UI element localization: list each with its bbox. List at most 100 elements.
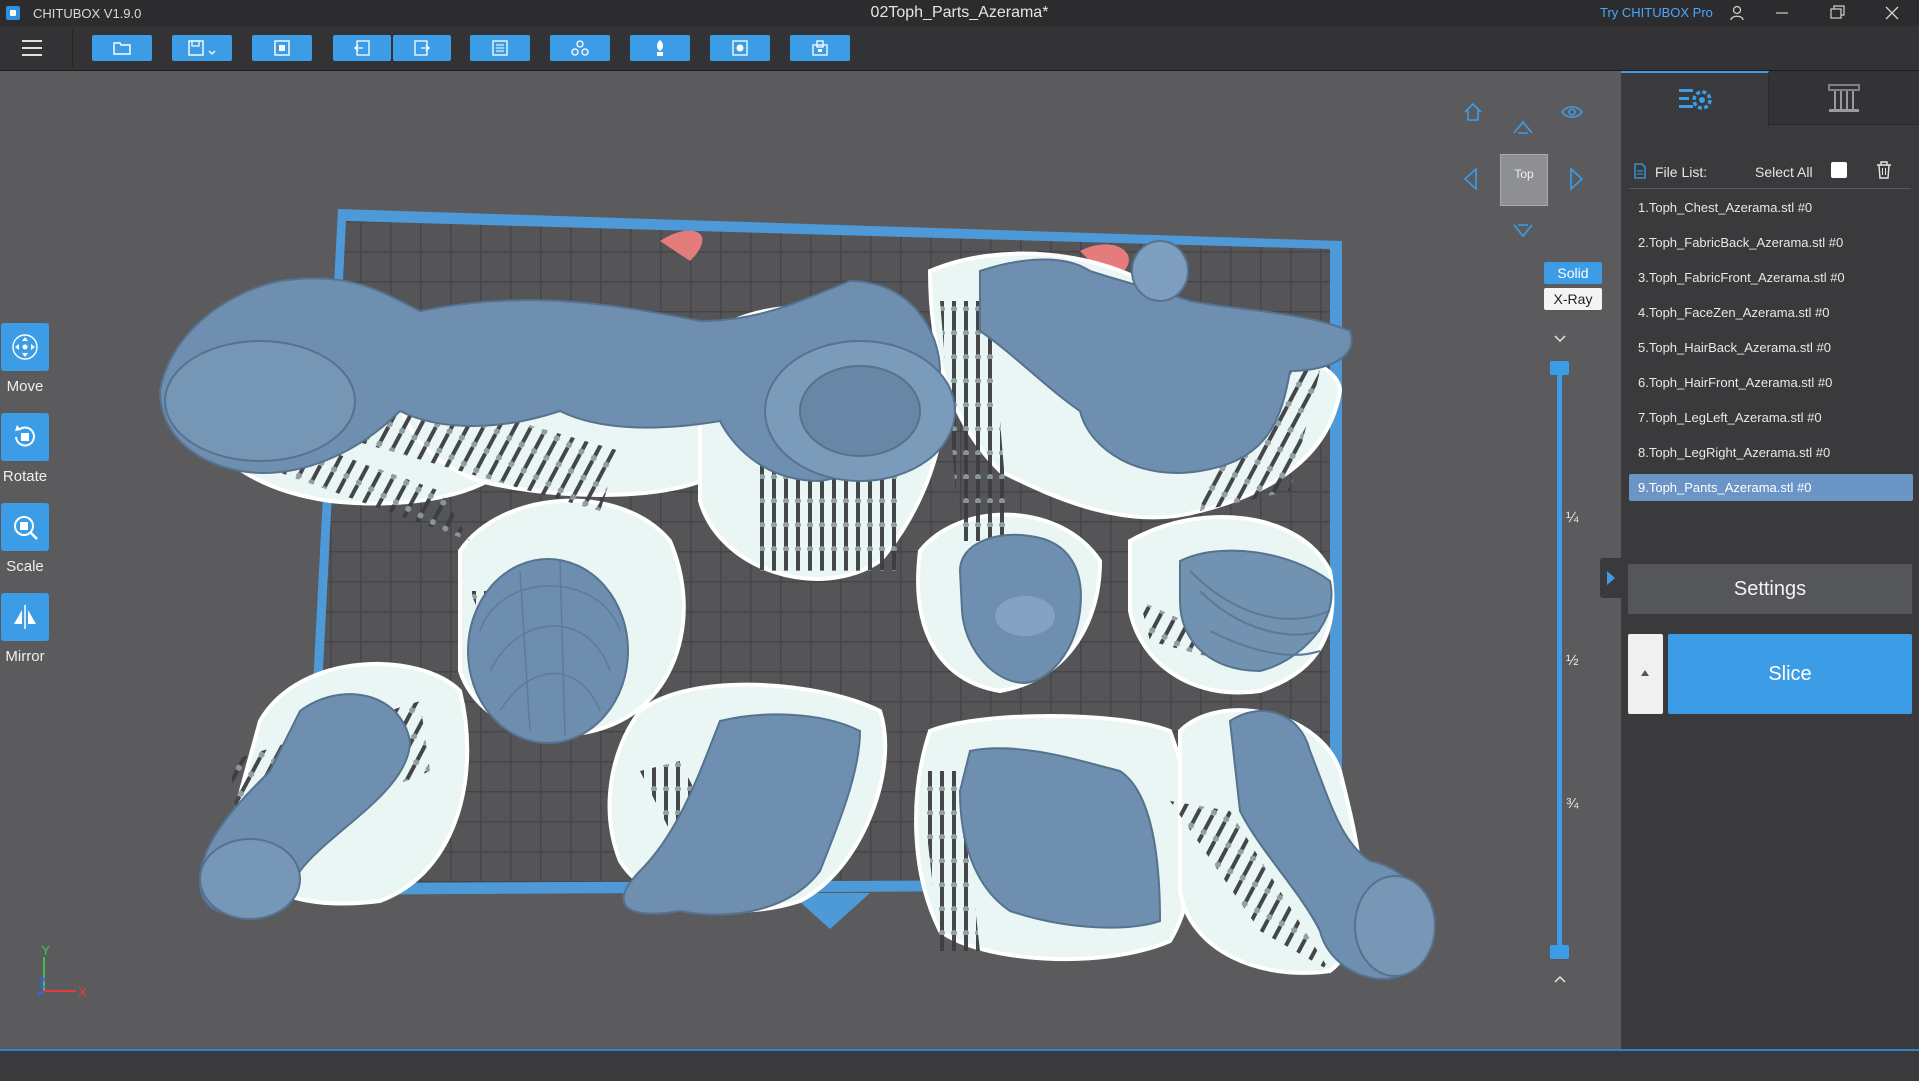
mirror-label: Mirror bbox=[5, 648, 45, 665]
status-bar bbox=[0, 1049, 1919, 1081]
move-tool-button[interactable] bbox=[1, 323, 49, 371]
duplicate-icon bbox=[571, 40, 589, 56]
undo-icon bbox=[354, 40, 370, 56]
import-icon bbox=[274, 40, 290, 56]
axis-z-label: Z bbox=[38, 974, 47, 990]
solid-mode-button[interactable]: Solid bbox=[1544, 262, 1602, 284]
rotate-tool-button[interactable] bbox=[1, 413, 49, 461]
slice-button[interactable]: Slice bbox=[1668, 634, 1912, 714]
printer-platform-icon bbox=[1828, 83, 1860, 112]
trash-icon[interactable] bbox=[1876, 161, 1892, 179]
triangle-right-icon bbox=[1607, 571, 1615, 585]
file-list-header: File List: Select All bbox=[1633, 161, 1913, 181]
slider-mark-half: ½ bbox=[1566, 652, 1579, 669]
file-item[interactable]: 3.Toph_FabricFront_Azerama.stl #0 bbox=[1629, 264, 1913, 291]
slider-mark-quarter: ¼ bbox=[1566, 509, 1579, 526]
file-item[interactable]: 5.Toph_HairBack_Azerama.stl #0 bbox=[1629, 334, 1913, 361]
save-button[interactable] bbox=[172, 35, 232, 61]
layer-slider-track[interactable] bbox=[1557, 367, 1562, 957]
home-view-icon[interactable] bbox=[1462, 101, 1484, 123]
file-list-divider bbox=[1629, 188, 1911, 189]
toolbar-divider bbox=[72, 30, 73, 66]
view-right-icon[interactable] bbox=[1567, 167, 1585, 191]
slice-options-toggle[interactable] bbox=[1628, 634, 1663, 714]
file-item[interactable]: 6.Toph_HairFront_Azerama.stl #0 bbox=[1629, 369, 1913, 396]
app-logo-icon bbox=[6, 6, 20, 20]
dig-hole-icon bbox=[812, 40, 828, 56]
eye-icon[interactable] bbox=[1560, 103, 1584, 121]
axis-indicator: Y Z X bbox=[37, 943, 88, 1000]
mirror-tool[interactable]: Mirror bbox=[0, 593, 50, 665]
import-button[interactable] bbox=[252, 35, 312, 61]
tab-platform[interactable] bbox=[1769, 71, 1919, 125]
layout-button[interactable] bbox=[470, 35, 530, 61]
dig-hole-button[interactable] bbox=[790, 35, 850, 61]
list-settings-icon bbox=[1678, 88, 1712, 110]
file-item[interactable]: 7.Toph_LegLeft_Azerama.stl #0 bbox=[1629, 404, 1913, 431]
select-all-label: Select All bbox=[1755, 164, 1813, 180]
rotate-icon bbox=[15, 425, 35, 447]
build-plate-scene bbox=[158, 209, 1436, 980]
panel-collapse-button[interactable] bbox=[1600, 558, 1621, 598]
duplicate-button[interactable] bbox=[550, 35, 610, 61]
hollow-icon bbox=[732, 40, 748, 56]
layout-icon bbox=[492, 40, 508, 56]
open-file-button[interactable] bbox=[92, 35, 152, 61]
scale-label: Scale bbox=[6, 558, 44, 575]
slider-mark-three-quarter: ¾ bbox=[1566, 795, 1579, 812]
mirror-icon bbox=[14, 605, 36, 629]
support-icon bbox=[657, 40, 663, 56]
main-toolbar bbox=[0, 26, 1919, 71]
rotate-tool[interactable]: Rotate bbox=[0, 413, 50, 485]
undo-button[interactable] bbox=[333, 35, 391, 61]
slider-up-chevron-icon[interactable] bbox=[1551, 973, 1569, 985]
tab-settings-list[interactable] bbox=[1621, 71, 1769, 126]
view-cube-top[interactable]: Top bbox=[1500, 154, 1548, 206]
right-panel: File List: Select All 1.Toph_Chest_Azera… bbox=[1621, 71, 1919, 1049]
axis-x-label: X bbox=[78, 984, 88, 1000]
mirror-tool-button[interactable] bbox=[1, 593, 49, 641]
view-left-icon[interactable] bbox=[1462, 167, 1480, 191]
move-icon bbox=[12, 334, 38, 360]
file-item[interactable]: 8.Toph_LegRight_Azerama.stl #0 bbox=[1629, 439, 1913, 466]
3d-viewport[interactable]: Move Rotate Scale Mirror Top Solid X-Ray… bbox=[0, 71, 1620, 1049]
hamburger-menu-icon[interactable] bbox=[18, 36, 50, 60]
app-name: CHITUBOX V1.9.0 bbox=[33, 6, 142, 21]
try-pro-link[interactable]: Try CHITUBOX Pro bbox=[1600, 5, 1713, 20]
title-bar: CHITUBOX V1.9.0 02Toph_Parts_Azerama* Tr… bbox=[0, 0, 1919, 26]
file-item[interactable]: 1.Toph_Chest_Azerama.stl #0 bbox=[1629, 194, 1913, 221]
view-top-label: Top bbox=[1514, 167, 1534, 181]
axis-y-label: Y bbox=[41, 943, 51, 958]
scale-icon bbox=[14, 516, 38, 540]
scale-tool[interactable]: Scale bbox=[0, 503, 50, 575]
view-up-icon[interactable] bbox=[1512, 119, 1534, 135]
view-down-icon[interactable] bbox=[1512, 223, 1534, 239]
restore-icon[interactable] bbox=[1815, 0, 1859, 26]
move-tool[interactable]: Move bbox=[0, 323, 50, 395]
xray-mode-button[interactable]: X-Ray bbox=[1544, 288, 1602, 310]
file-item[interactable]: 4.Toph_FaceZen_Azerama.stl #0 bbox=[1629, 299, 1913, 326]
caret-up-icon bbox=[1641, 670, 1649, 676]
layer-slider-bottom-handle[interactable] bbox=[1550, 945, 1569, 959]
file-icon bbox=[1634, 163, 1646, 179]
file-list: 1.Toph_Chest_Azerama.stl #0 2.Toph_Fabri… bbox=[1629, 194, 1913, 509]
slider-down-chevron-icon[interactable] bbox=[1551, 333, 1569, 345]
file-list-title: File List: bbox=[1655, 164, 1708, 180]
select-all-checkbox[interactable] bbox=[1831, 162, 1847, 178]
redo-icon bbox=[414, 40, 430, 56]
settings-button[interactable]: Settings bbox=[1628, 564, 1912, 614]
scale-tool-button[interactable] bbox=[1, 503, 49, 551]
move-label: Move bbox=[6, 378, 44, 395]
file-item-selected[interactable]: 9.Toph_Pants_Azerama.stl #0 bbox=[1629, 474, 1913, 501]
support-button[interactable] bbox=[630, 35, 690, 61]
layer-slider-top-handle[interactable] bbox=[1550, 361, 1569, 375]
save-icon bbox=[188, 40, 216, 56]
rotate-label: Rotate bbox=[2, 468, 48, 485]
redo-button[interactable] bbox=[393, 35, 451, 61]
open-file-icon bbox=[113, 42, 131, 55]
user-icon[interactable] bbox=[1728, 4, 1746, 22]
file-item[interactable]: 2.Toph_FabricBack_Azerama.stl #0 bbox=[1629, 229, 1913, 256]
minimize-icon[interactable] bbox=[1760, 0, 1804, 26]
close-icon[interactable] bbox=[1870, 0, 1914, 26]
hollow-button[interactable] bbox=[710, 35, 770, 61]
